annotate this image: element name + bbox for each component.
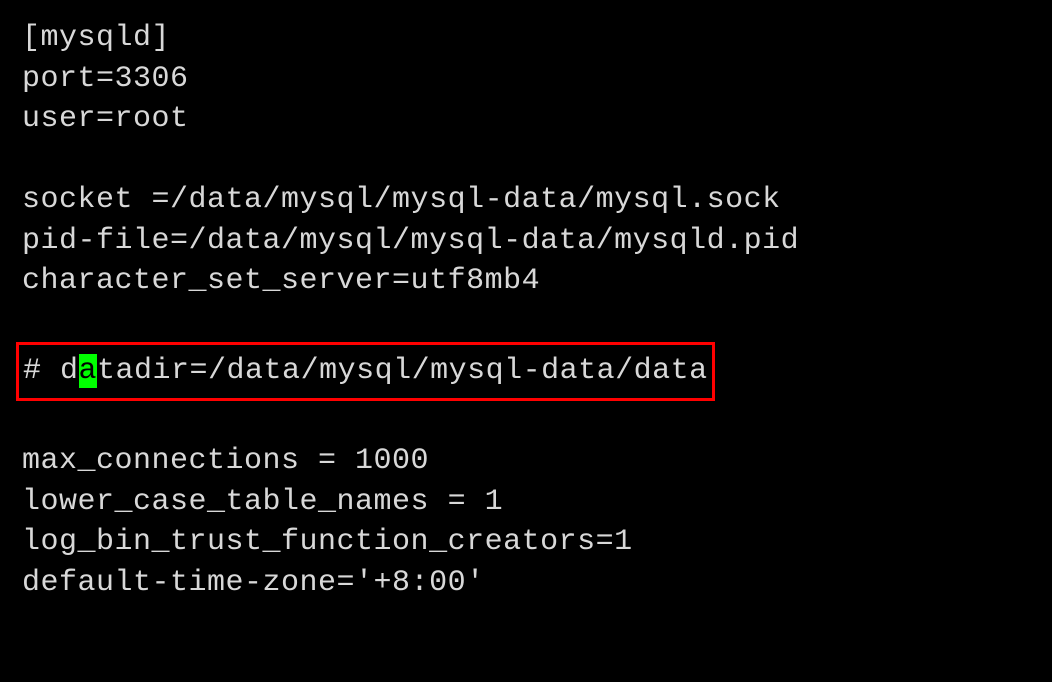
config-line-logbin: log_bin_trust_function_creators=1	[22, 522, 1030, 563]
blank-line	[22, 401, 1030, 442]
config-line-section: [mysqld]	[22, 18, 1030, 59]
config-line-pidfile: pid-file=/data/mysql/mysql-data/mysqld.p…	[22, 221, 1030, 262]
config-line-port: port=3306	[22, 59, 1030, 100]
config-line-lowercase: lower_case_table_names = 1	[22, 482, 1030, 523]
highlight-box: # datadir=/data/mysql/mysql-data/data	[16, 342, 715, 401]
blank-line	[22, 302, 1030, 343]
config-line-timezone: default-time-zone='+8:00'	[22, 563, 1030, 604]
config-line-datadir-prefix: # d	[23, 354, 79, 388]
config-line-maxconn: max_connections = 1000	[22, 441, 1030, 482]
editor-cursor[interactable]: a	[79, 354, 98, 388]
config-line-user: user=root	[22, 99, 1030, 140]
config-line-charset: character_set_server=utf8mb4	[22, 261, 1030, 302]
highlighted-line-container: # datadir=/data/mysql/mysql-data/data	[22, 342, 1030, 401]
config-line-datadir-suffix: tadir=/data/mysql/mysql-data/data	[97, 354, 708, 388]
config-line-socket: socket =/data/mysql/mysql-data/mysql.soc…	[22, 180, 1030, 221]
blank-line	[22, 140, 1030, 181]
